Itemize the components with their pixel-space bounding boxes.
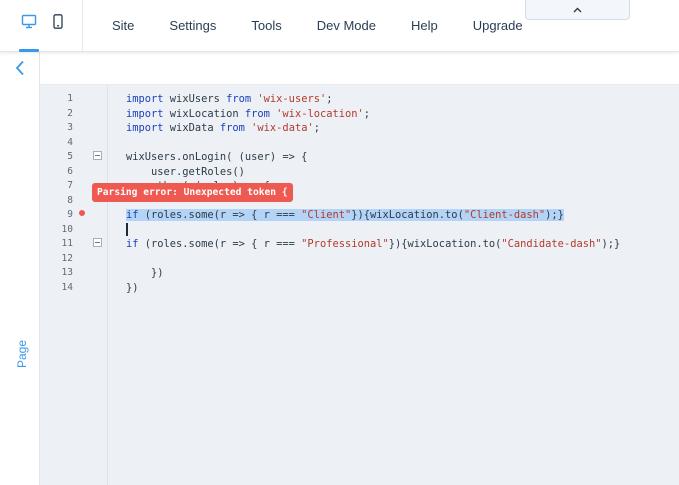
line-number: 1	[67, 93, 73, 104]
mobile-view-button[interactable]	[45, 14, 71, 44]
string-literal: 'wix-data'	[251, 122, 314, 134]
desktop-icon	[21, 14, 37, 29]
code-editor[interactable]: 1 2 3 4 5 6 7 8 9 10 11 12 13 14 Parsing…	[40, 85, 679, 485]
menu-item-site[interactable]: Site	[100, 0, 146, 52]
code-text: );}	[545, 209, 564, 221]
code-line-13: })	[126, 267, 164, 279]
code-line-11: if (roles.some(r => { r === "Professiona…	[126, 237, 679, 252]
string-literal: "Client"	[301, 209, 352, 221]
keyword: if	[126, 209, 139, 221]
menu-item-settings[interactable]: Settings	[157, 0, 228, 52]
line-number: 4	[67, 136, 73, 148]
keyword: from	[219, 122, 245, 134]
code-text: }){wixLocation.to(	[388, 238, 502, 250]
line-number: 8	[67, 194, 73, 206]
code-line-3: import wixData from 'wix-data';	[126, 121, 679, 136]
keyword: import	[126, 122, 164, 134]
top-bar: Site Settings Tools Dev Mode Help Upgrad…	[0, 0, 679, 52]
code-line-14: })	[126, 281, 139, 294]
page-tab[interactable]: Page	[2, 340, 42, 368]
selected-code: if (roles.some(r => { r === "Client"}){w…	[126, 209, 564, 221]
string-literal: 'wix-location'	[276, 107, 364, 120]
parsing-error-tooltip: Parsing error: Unexpected token {	[92, 183, 293, 202]
keyword: if	[126, 238, 139, 250]
chevron-up-icon	[573, 7, 582, 12]
code-text: ;	[313, 122, 320, 134]
error-marker-icon[interactable]	[79, 210, 85, 216]
keyword: from	[226, 93, 252, 105]
line-number: 3	[67, 122, 73, 133]
code-text: (roles.some(r => { r ===	[138, 209, 302, 221]
code-text: wixData	[163, 122, 220, 134]
menu-item-tools[interactable]: Tools	[239, 0, 293, 52]
page-side-panel: Page	[0, 52, 40, 485]
line-number: 7	[67, 180, 73, 191]
main-menu: Site Settings Tools Dev Mode Help Upgrad…	[100, 0, 546, 52]
line-number: 9	[67, 209, 73, 220]
menu-item-upgrade[interactable]: Upgrade	[461, 0, 535, 52]
code-text: wixLocation	[163, 107, 245, 120]
keyword: import	[126, 107, 164, 120]
menu-item-dev-mode[interactable]: Dev Mode	[305, 0, 388, 52]
code-line-1: import wixUsers from 'wix-users';	[126, 92, 679, 107]
desktop-view-button[interactable]	[16, 14, 42, 52]
code-line-9: if (roles.some(r => { r === "Client"}){w…	[126, 208, 679, 223]
line-number: 12	[61, 252, 73, 264]
keyword: from	[244, 107, 270, 120]
line-number: 14	[61, 281, 73, 293]
code-text: ;	[326, 93, 333, 105]
code-text: wixUsers	[163, 93, 227, 105]
code-line-6: user.getRoles()	[126, 165, 245, 178]
menu-item-help[interactable]: Help	[399, 0, 450, 52]
line-number: 2	[67, 107, 73, 119]
mobile-icon	[53, 14, 63, 29]
chevron-left-icon	[15, 60, 24, 76]
fold-toggle-icon[interactable]	[93, 151, 102, 160]
collapse-topbar-button[interactable]	[525, 0, 630, 20]
string-literal: 'wix-users'	[257, 93, 327, 105]
code-line-5: wixUsers.onLogin( (user) => {	[126, 151, 308, 163]
topbar-divider	[82, 0, 83, 52]
line-number: 13	[61, 267, 73, 278]
string-literal: "Candidate-dash"	[501, 238, 602, 250]
keyword: import	[126, 93, 164, 105]
string-literal: "Professional"	[301, 238, 389, 250]
line-number: 10	[61, 223, 73, 235]
code-line-2: import wixLocation from 'wix-location';	[126, 107, 679, 122]
line-number: 11	[61, 238, 73, 249]
line-number: 5	[67, 151, 73, 162]
line-number: 6	[67, 165, 73, 177]
code-text: }){wixLocation.to(	[351, 209, 464, 221]
back-button[interactable]	[10, 58, 30, 78]
string-literal: "Client-dash"	[463, 209, 546, 221]
code-text-area[interactable]: import wixUsers from 'wix-users'; import…	[109, 85, 679, 485]
fold-toggle-icon[interactable]	[93, 238, 102, 247]
editor-header	[40, 52, 679, 85]
code-text: ;	[363, 107, 371, 120]
code-text: (roles.some(r => { r ===	[138, 238, 302, 250]
text-cursor	[126, 223, 128, 236]
code-text: );}	[601, 238, 621, 250]
line-gutter: 1 2 3 4 5 6 7 8 9 10 11 12 13 14	[40, 85, 108, 485]
